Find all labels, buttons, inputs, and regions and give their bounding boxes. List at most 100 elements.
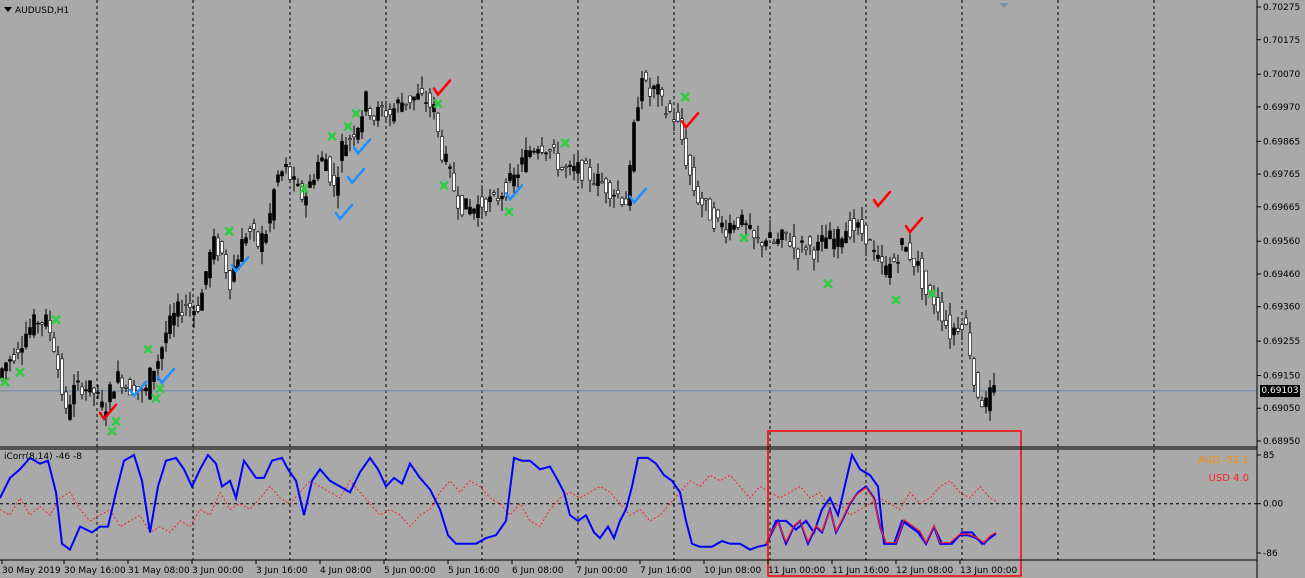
candle-body xyxy=(416,93,420,100)
candle-body xyxy=(148,367,152,400)
dropdown-triangle-icon[interactable] xyxy=(4,7,12,12)
candle-body xyxy=(84,389,88,392)
price-tick-label: 0.70175 xyxy=(1263,36,1300,46)
indicator-title: iCorr(8,14) -46 -8 xyxy=(4,452,82,462)
candle-body xyxy=(964,317,968,325)
candle-body xyxy=(348,138,352,141)
candle-body xyxy=(156,361,160,369)
candle-body xyxy=(160,347,164,359)
indicator-tick-label: 0.00 xyxy=(1263,500,1283,510)
candle-body xyxy=(4,362,8,372)
candle-body xyxy=(496,198,500,201)
candle-body xyxy=(428,92,432,108)
candle-body xyxy=(544,152,548,155)
candle-body xyxy=(424,102,428,104)
candle-body xyxy=(612,194,616,197)
candle-body xyxy=(576,162,580,174)
candle-body xyxy=(952,327,956,336)
candle-body xyxy=(192,310,196,316)
candle-body xyxy=(372,115,376,121)
candle-body xyxy=(140,389,144,391)
symbol-title[interactable]: AUDUSD,H1 xyxy=(4,6,69,16)
price-tick-label: 0.69765 xyxy=(1263,170,1300,180)
time-tick-label: 31 May 08:00 xyxy=(128,566,190,576)
candle-body xyxy=(360,116,364,133)
candle-body xyxy=(524,150,528,172)
candle-body xyxy=(560,167,564,170)
candle-body xyxy=(660,89,664,97)
candle-body xyxy=(728,223,732,234)
candle-body xyxy=(376,106,380,121)
candle-body xyxy=(168,315,172,335)
candle-body xyxy=(872,250,876,252)
candle-body xyxy=(752,230,756,239)
candle-body xyxy=(64,391,68,409)
candle-body xyxy=(976,372,980,398)
candle-body xyxy=(864,224,868,245)
candle-body xyxy=(88,380,92,393)
candle-body xyxy=(736,217,740,228)
candle-body xyxy=(748,224,752,229)
candle-body xyxy=(452,172,456,192)
candle-body xyxy=(308,181,312,188)
candle-body xyxy=(340,140,344,161)
candle-body xyxy=(188,303,192,308)
time-tick-label: 7 Jun 16:00 xyxy=(640,566,692,576)
candle-body xyxy=(732,224,736,230)
candle-body xyxy=(228,270,232,291)
candle-body xyxy=(320,157,324,162)
legend-usd: USD 4.0 xyxy=(1208,473,1249,484)
candle-body xyxy=(676,111,680,122)
candle-body xyxy=(176,301,180,317)
candle-body xyxy=(256,231,260,247)
candle-body xyxy=(296,183,300,187)
candle-body xyxy=(708,198,712,221)
candle-body xyxy=(108,384,112,403)
candle-body xyxy=(304,196,308,206)
candle-body xyxy=(208,251,212,279)
candle-body xyxy=(816,241,820,251)
candle-body xyxy=(944,320,948,326)
time-tick-label: 30 May 16:00 xyxy=(64,566,126,576)
time-tick-label: 5 Jun 00:00 xyxy=(384,566,436,576)
candle-body xyxy=(280,171,284,177)
candle-body xyxy=(324,159,328,172)
candle-body xyxy=(516,174,520,179)
price-tick-label: 0.70070 xyxy=(1263,70,1300,80)
candle-body xyxy=(656,84,660,95)
candle-body xyxy=(344,144,348,156)
price-chart-canvas[interactable]: 0.70275 0.70175 0.70070 0.69970 0.69865 0.697… xyxy=(0,0,1305,578)
candle-body xyxy=(804,247,808,251)
time-tick-label: 30 May 2019 xyxy=(2,566,61,576)
candle-body xyxy=(876,255,880,259)
candle-body xyxy=(240,239,244,262)
candle-body xyxy=(756,237,760,240)
candle-body xyxy=(900,238,904,245)
candle-body xyxy=(764,240,768,247)
candle-body xyxy=(684,138,688,166)
candle-body xyxy=(948,314,952,340)
candle-body xyxy=(272,189,276,221)
candle-body xyxy=(852,218,856,232)
candle-body xyxy=(836,229,840,247)
candle-body xyxy=(312,179,316,185)
candle-body xyxy=(124,387,128,389)
candle-body xyxy=(532,150,536,153)
price-tick-label: 0.68950 xyxy=(1263,437,1300,447)
time-tick-label: 3 Jun 00:00 xyxy=(192,566,244,576)
candle-body xyxy=(808,236,812,246)
candle-body xyxy=(216,237,220,257)
candle-body xyxy=(60,358,64,395)
candle-body xyxy=(204,271,208,285)
candle-body xyxy=(476,204,480,218)
candle-body xyxy=(404,103,408,106)
candle-body xyxy=(120,377,124,388)
candle-body xyxy=(564,166,568,169)
candle-body xyxy=(252,223,256,230)
candle-body xyxy=(76,380,80,383)
candle-body xyxy=(696,186,700,204)
price-tick-label: 0.69665 xyxy=(1263,203,1300,213)
candle-body xyxy=(688,154,692,176)
candle-body xyxy=(608,182,612,199)
candle-body xyxy=(508,173,512,181)
